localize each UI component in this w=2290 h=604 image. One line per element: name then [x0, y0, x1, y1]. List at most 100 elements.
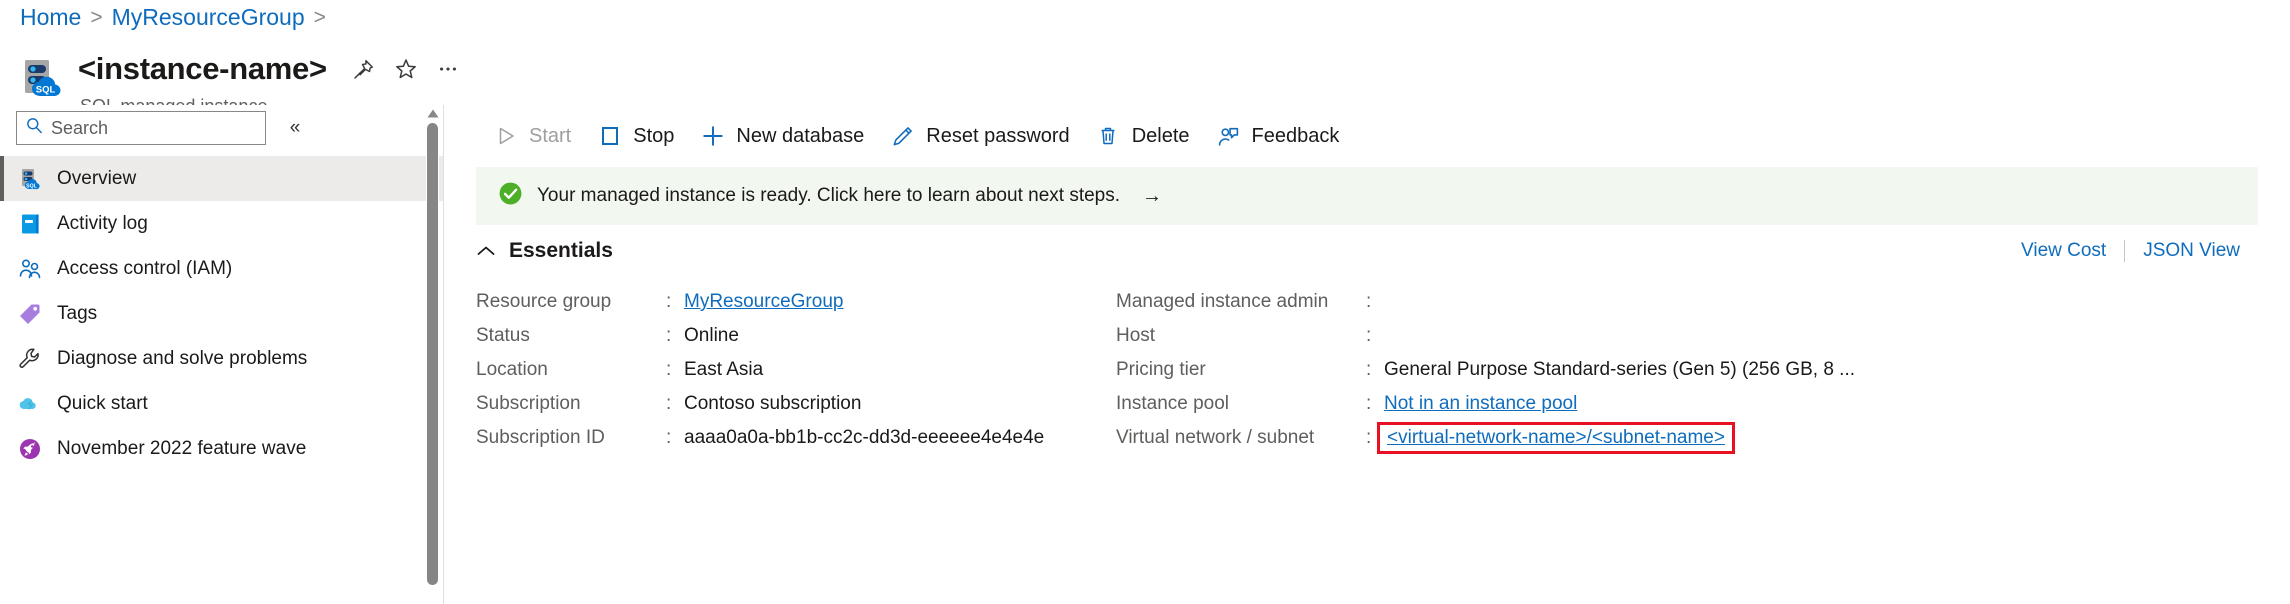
stop-button[interactable]: Stop: [584, 114, 687, 158]
tag-icon: [17, 301, 43, 327]
property-key: Location: [476, 359, 548, 380]
sidebar-scrollbar[interactable]: [426, 105, 439, 604]
svg-text:SQL: SQL: [26, 183, 37, 189]
start-button-label: Start: [529, 124, 572, 147]
instance-pool-link[interactable]: Not in an instance pool: [1384, 393, 1577, 415]
essentials-links: View Cost JSON View: [2021, 240, 2258, 262]
view-cost-link[interactable]: View Cost: [2021, 240, 2106, 262]
search-icon: [25, 116, 44, 140]
property-row-virtual-network-subnet: Virtual network / subnet : <virtual-netw…: [1116, 421, 2258, 455]
collapse-sidebar-button[interactable]: «: [278, 111, 312, 145]
property-key: Instance pool: [1116, 393, 1230, 414]
sql-managed-instance-icon: SQL: [17, 166, 43, 192]
property-colon: :: [666, 325, 672, 346]
feedback-button[interactable]: Feedback: [1203, 114, 1353, 158]
delete-button-label: Delete: [1131, 124, 1190, 147]
json-view-link[interactable]: JSON View: [2143, 240, 2240, 262]
property-row-pricing-tier: Pricing tier : General Purpose Standard-…: [1116, 353, 2258, 387]
status-banner[interactable]: Your managed instance is ready. Click he…: [476, 167, 2258, 225]
feedback-button-label: Feedback: [1251, 124, 1340, 147]
pin-icon[interactable]: [343, 48, 385, 90]
sidebar-item-label: Overview: [57, 167, 137, 189]
essentials-title: Essentials: [509, 239, 613, 262]
property-colon: :: [1366, 291, 1372, 312]
plus-icon: [700, 124, 725, 149]
chevron-up-icon: [476, 243, 496, 260]
sidebar-scrollbar-thumb[interactable]: [427, 123, 438, 585]
virtual-network-highlight-box: <virtual-network-name>/<subnet-name>: [1377, 422, 1735, 454]
breadcrumb-separator-icon: >: [90, 5, 103, 29]
ellipsis-icon[interactable]: [427, 48, 469, 90]
property-colon: :: [666, 291, 672, 312]
property-colon: :: [666, 427, 672, 448]
virtual-network-subnet-link[interactable]: <virtual-network-name>/<subnet-name>: [1387, 427, 1725, 448]
property-row-host: Host :: [1116, 319, 2258, 353]
content-pane: Start Stop New database Reset password D…: [444, 105, 2290, 604]
essentials-left-column: Resource group : MyResourceGroup Status …: [476, 285, 1116, 455]
sidebar-item-overview[interactable]: SQL Overview: [0, 156, 443, 201]
success-check-icon: [498, 181, 523, 211]
breadcrumb-item-home[interactable]: Home: [20, 4, 81, 31]
property-key: Virtual network / subnet: [1116, 427, 1315, 448]
property-key: Status: [476, 325, 530, 346]
property-key: Managed instance admin: [1116, 291, 1329, 312]
breadcrumb-item-resource-group[interactable]: MyResourceGroup: [112, 4, 305, 31]
property-row-resource-group: Resource group : MyResourceGroup: [476, 285, 1116, 319]
sidebar-item-label: Quick start: [57, 392, 148, 414]
star-icon[interactable]: [385, 48, 427, 90]
essentials-toggle[interactable]: Essentials: [476, 239, 613, 263]
links-divider: [2124, 240, 2126, 262]
play-icon: [493, 124, 518, 149]
sidebar-item-access-control[interactable]: Access control (IAM): [0, 246, 443, 291]
command-toolbar: Start Stop New database Reset password D…: [444, 105, 2290, 167]
resource-group-link[interactable]: MyResourceGroup: [684, 291, 843, 313]
sidebar-item-activity-log[interactable]: Activity log: [0, 201, 443, 246]
start-button[interactable]: Start: [480, 114, 584, 158]
quick-start-icon: [17, 391, 43, 417]
sidebar-item-label: Tags: [57, 302, 98, 324]
new-database-button-label: New database: [736, 124, 865, 147]
reset-password-button[interactable]: Reset password: [877, 114, 1082, 158]
property-key: Pricing tier: [1116, 359, 1206, 380]
reset-password-button-label: Reset password: [926, 124, 1070, 147]
essentials-properties: Resource group : MyResourceGroup Status …: [476, 285, 2258, 455]
search-box[interactable]: [16, 111, 266, 145]
property-colon: :: [666, 393, 672, 414]
delete-button[interactable]: Delete: [1083, 114, 1203, 158]
page-title: <instance-name>: [78, 51, 327, 86]
sidebar-item-label: Access control (IAM): [57, 257, 233, 279]
sidebar-item-label: Activity log: [57, 212, 148, 234]
arrow-right-icon: →: [1142, 184, 1163, 207]
property-key: Subscription: [476, 393, 581, 414]
wrench-icon: [17, 346, 43, 372]
sidebar-item-tags[interactable]: Tags: [0, 291, 443, 336]
sidebar-item-diagnose[interactable]: Diagnose and solve problems: [0, 336, 443, 381]
status-banner-text: Your managed instance is ready. Click he…: [537, 185, 1121, 206]
svg-text:SQL: SQL: [36, 85, 56, 96]
subscription-value: Contoso subscription: [684, 393, 862, 414]
sidebar-item-feature-wave[interactable]: November 2022 feature wave: [0, 426, 443, 471]
search-input[interactable]: [51, 117, 257, 139]
property-row-subscription-id: Subscription ID : aaaa0a0a-bb1b-cc2c-dd3…: [476, 421, 1116, 455]
rocket-icon: [17, 436, 43, 462]
pencil-icon: [890, 124, 915, 149]
sidebar-item-quick-start[interactable]: Quick start: [0, 381, 443, 426]
resource-title-row: <instance-name>: [78, 48, 469, 90]
property-key: Subscription ID: [476, 427, 605, 448]
property-colon: :: [1366, 359, 1372, 380]
access-control-icon: [17, 256, 43, 282]
breadcrumb-separator-icon: >: [313, 5, 326, 29]
scroll-up-arrow-icon[interactable]: [426, 107, 439, 119]
sql-managed-instance-icon: SQL: [16, 52, 68, 104]
new-database-button[interactable]: New database: [687, 114, 877, 158]
azure-portal-blade: Home > MyResourceGroup > SQL <instance-n…: [0, 0, 2290, 604]
sidebar-item-label: Diagnose and solve problems: [57, 347, 308, 369]
essentials-right-column: Managed instance admin : Host : Pricing …: [1116, 285, 2258, 455]
property-colon: :: [1366, 325, 1372, 346]
activity-log-icon: [17, 211, 43, 237]
sidebar-search-row: «: [0, 105, 443, 145]
feedback-icon: [1216, 124, 1241, 149]
property-row-instance-pool: Instance pool : Not in an instance pool: [1116, 387, 2258, 421]
stop-button-label: Stop: [633, 124, 675, 147]
property-row-location: Location : East Asia: [476, 353, 1116, 387]
